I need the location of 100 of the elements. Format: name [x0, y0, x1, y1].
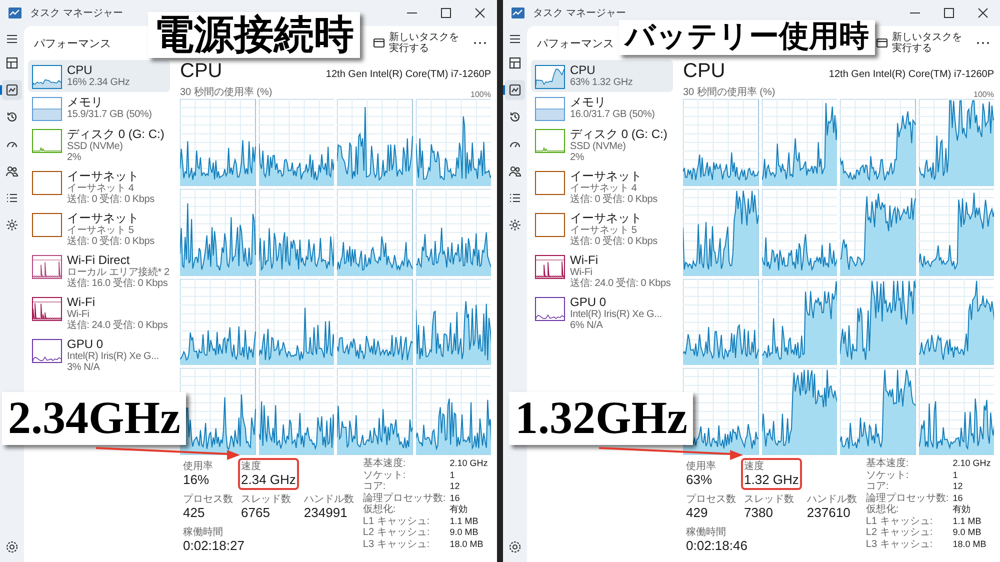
stat-label: 速度 [744, 461, 765, 472]
chart-icon [5, 83, 19, 97]
cpu-model: 12th Gen Intel(R) Core(TM) i7-1260P [326, 69, 491, 80]
stat-label: プロセス数 [686, 494, 736, 505]
spec-value: 1 [952, 470, 959, 481]
spec-value: 18.0 MB [450, 538, 484, 550]
spec-value: 1 [450, 470, 456, 481]
app-icon [511, 7, 525, 19]
mini-graph [535, 171, 565, 195]
table-icon [508, 56, 522, 70]
device-item[interactable]: イーサネット イーサネット 5 送信: 0 受信: 0 Kbps [28, 208, 170, 250]
mini-graph [32, 129, 62, 153]
history-icon [5, 110, 19, 124]
stat-label: 稼働時間 [686, 527, 727, 538]
settings-icon[interactable] [5, 540, 19, 554]
section-title: パフォーマンス [34, 36, 111, 50]
device-item[interactable]: イーサネット イーサネット 4 送信: 0 受信: 0 Kbps [28, 166, 170, 208]
device-item[interactable]: Wi-Fi Wi-Fi 送信: 24.0 受信: 0 Kbps [28, 292, 170, 334]
stat-label: ハンドル数 [806, 494, 857, 505]
spec-value: 1.1 MB [450, 516, 480, 527]
spec-label: コア: [866, 481, 890, 492]
spec-value: 9.0 MB [952, 527, 982, 538]
speed-caption: 1.32GHz [509, 392, 694, 445]
spec-label: 論理プロセッサ数: [362, 492, 446, 504]
spec-label: L2 キャッシュ: [866, 527, 934, 538]
device-item[interactable]: イーサネット イーサネット 5 送信: 0 受信: 0 Kbps [531, 208, 673, 250]
mini-graph [32, 297, 62, 321]
mini-graph [535, 129, 565, 153]
stat-value: 63% [686, 472, 714, 487]
spec-label: 仮想化: [362, 504, 397, 516]
mini-graph [32, 255, 62, 279]
stat-value: 1.32 GHz [744, 472, 799, 487]
spec-label: コア: [362, 481, 387, 492]
stat-label: 使用率 [686, 461, 716, 472]
spec-value: 2.10 GHz [450, 458, 488, 470]
device-item[interactable]: ディスク 0 (G: C:) SSD (NVMe) 2% [531, 124, 673, 166]
spec-value: 12 [952, 481, 964, 492]
table-icon [5, 56, 19, 70]
spec-value: 2.10 GHz [952, 458, 991, 470]
section-title: パフォーマンス [537, 36, 614, 50]
menu-icon[interactable] [508, 32, 522, 46]
nav-button[interactable] [2, 80, 22, 100]
history-icon [508, 110, 522, 124]
stat-value: 2.34 GHz [241, 472, 296, 487]
graph-label: 30 秒間の使用率 (%) [683, 86, 776, 99]
spec-label: L3 キャッシュ: [362, 538, 431, 550]
device-item[interactable]: GPU 0 Intel(R) Iris(R) Xe G... 6% N/A [531, 292, 673, 334]
spec-label: 仮想化: [866, 504, 900, 516]
mini-graph [32, 171, 62, 195]
stat-value: 237610 [806, 505, 852, 520]
cpu-model: 12th Gen Intel(R) Core(TM) i7-1260P [828, 69, 994, 80]
title-caption: 電源接続時 [148, 12, 360, 58]
stat-label: 使用率 [183, 461, 213, 472]
spec-value: 16 [450, 492, 461, 504]
users-icon [5, 164, 19, 178]
mini-graph [32, 339, 62, 363]
spec-value: 1.1 MB [952, 516, 982, 527]
mini-graph [535, 65, 565, 89]
mini-graph [535, 213, 565, 237]
stat-value: 0:02:18:46 [686, 538, 748, 553]
spec-label: L3 キャッシュ: [866, 538, 934, 550]
spec-value: 有効 [952, 504, 972, 516]
users-icon [508, 164, 522, 178]
device-item[interactable]: メモリ 15.9/31.7 GB (50%) [28, 92, 170, 124]
mini-graph [32, 97, 62, 121]
window-icon [876, 37, 888, 49]
device-item[interactable]: GPU 0 Intel(R) Iris(R) Xe G... 3% N/A [28, 334, 170, 376]
nav-button[interactable] [505, 80, 525, 100]
run-task-button[interactable]: 新しいタスクを実行する [369, 30, 465, 56]
device-item[interactable]: メモリ 16.0/31.7 GB (50%) [531, 92, 673, 124]
axis-max-label: 100% [470, 90, 491, 99]
stat-label: 稼働時間 [183, 527, 224, 538]
settings-icon[interactable] [508, 540, 522, 554]
list-icon [5, 191, 19, 205]
spec-value: 18.0 MB [952, 538, 988, 550]
menu-icon[interactable] [5, 32, 19, 46]
spec-label: ソケット: [866, 470, 910, 481]
spec-label: 基本速度: [362, 458, 407, 470]
device-item[interactable]: CPU 63% 1.32 GHz [531, 60, 673, 92]
mini-graph [535, 297, 565, 321]
speed-caption: 2.34GHz [2, 392, 186, 445]
device-item[interactable]: ディスク 0 (G: C:) SSD (NVMe) 2% [28, 124, 170, 166]
page-title: CPU [683, 60, 726, 83]
run-task-button[interactable]: 新しいタスクを実行する [872, 30, 968, 56]
spec-label: ソケット: [362, 470, 407, 481]
device-item[interactable]: Wi-Fi Direct ローカル エリア接続* 2 送信: 16.0 受信: 0 Kbps [28, 250, 170, 292]
page-title: CPU [180, 60, 222, 83]
list-icon [508, 191, 522, 205]
stat-label: ハンドル数 [304, 494, 354, 505]
stat-label: スレッド数 [241, 494, 291, 505]
stat-value: 0:02:18:27 [183, 538, 244, 553]
stat-value: 16% [183, 472, 210, 487]
device-item[interactable]: CPU 16% 2.34 GHz [28, 60, 170, 92]
axis-max-label: 100% [974, 90, 994, 99]
device-item[interactable]: Wi-Fi Wi-Fi 送信: 24.0 受信: 0 Kbps [531, 250, 673, 292]
spec-label: L1 キャッシュ: [362, 516, 431, 527]
spec-value: 16 [952, 492, 964, 504]
stat-value: 429 [686, 505, 709, 520]
device-item[interactable]: イーサネット イーサネット 4 送信: 0 受信: 0 Kbps [531, 166, 673, 208]
stat-label: スレッド数 [744, 494, 794, 505]
